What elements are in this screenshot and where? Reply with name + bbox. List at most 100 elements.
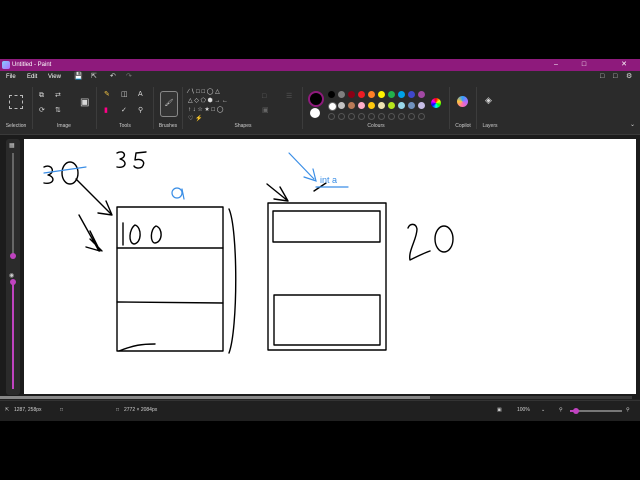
custom-color-slot[interactable] xyxy=(328,113,335,120)
arrow-right-box xyxy=(266,183,289,202)
digit-0c xyxy=(434,225,454,253)
cursor-position: 1287, 258px xyxy=(14,407,42,413)
zoom-level[interactable]: 100% xyxy=(517,406,530,414)
zoom-out-icon[interactable]: ⚲ xyxy=(559,406,563,414)
color-swatch[interactable] xyxy=(328,102,337,111)
outline-icon[interactable]: □ xyxy=(262,93,266,101)
cursor-icon: ⇱ xyxy=(5,407,10,413)
group-label-tools: Tools xyxy=(119,123,131,129)
drawing-canvas[interactable]: int a xyxy=(24,139,636,394)
zoom-slider-thumb[interactable] xyxy=(573,408,579,414)
color-swatch[interactable] xyxy=(388,91,395,98)
color-swatch[interactable] xyxy=(348,102,355,109)
selection-rectangle-icon[interactable] xyxy=(9,95,23,109)
secondary-color[interactable] xyxy=(310,108,320,118)
color-swatch[interactable] xyxy=(388,102,395,109)
right-memory-box xyxy=(267,202,387,351)
crop-icon[interactable]: ⧉ xyxy=(39,92,44,100)
color-swatch[interactable] xyxy=(378,102,385,109)
shapes-row-1[interactable]: ∕ ∖ □ □ ◯ △ xyxy=(188,89,220,96)
fill-bucket-icon[interactable]: ◫ xyxy=(121,91,128,99)
blue-stroke-30 xyxy=(43,166,87,174)
color-swatch[interactable] xyxy=(418,91,425,98)
color-swatch[interactable] xyxy=(358,91,365,98)
image-select-icon[interactable]: ▣ xyxy=(80,98,89,108)
custom-color-slot[interactable] xyxy=(338,113,345,120)
ribbon-divider xyxy=(182,87,183,129)
arrow-30-to-box xyxy=(75,178,112,215)
digit-0 xyxy=(61,161,79,185)
size-slider-track[interactable] xyxy=(12,153,14,257)
brush-icon[interactable]: 🖌 xyxy=(160,91,178,117)
horizontal-scroll-thumb[interactable] xyxy=(0,396,430,399)
color-swatch[interactable] xyxy=(378,91,385,98)
fit-to-window-icon[interactable]: ▣ xyxy=(497,406,502,414)
maximize-button[interactable]: □ xyxy=(572,59,596,71)
custom-color-slot[interactable] xyxy=(378,113,385,120)
color-swatch[interactable] xyxy=(338,102,345,109)
close-button[interactable]: ✕ xyxy=(612,59,636,71)
layers-icon[interactable]: ◈ xyxy=(485,96,492,105)
share-canvas-icon[interactable]: □ xyxy=(600,72,604,82)
size-slider-thumb[interactable] xyxy=(10,253,16,259)
shapes-row-4[interactable]: ♡ ⚡ xyxy=(188,116,203,123)
eraser-icon[interactable]: ▮ xyxy=(104,107,108,115)
primary-color[interactable] xyxy=(308,91,324,107)
pencil-icon[interactable]: ✎ xyxy=(104,91,110,99)
paint-window: Untitled - Paint – □ ✕ File Edit View 💾 … xyxy=(0,59,640,421)
int-a-label: int a xyxy=(320,175,337,185)
magnifier-icon[interactable]: ⚲ xyxy=(138,107,143,115)
custom-color-slot[interactable] xyxy=(388,113,395,120)
opacity-slider-track[interactable] xyxy=(12,283,14,389)
ribbon-collapse-icon[interactable]: ⌄ xyxy=(630,121,635,129)
minimize-button[interactable]: – xyxy=(544,59,568,71)
custom-color-slot[interactable] xyxy=(408,113,415,120)
color-swatch[interactable] xyxy=(418,102,425,109)
digit-0b xyxy=(150,225,162,244)
group-label-image: Image xyxy=(57,123,71,129)
color-swatch[interactable] xyxy=(408,91,415,98)
color-swatch[interactable] xyxy=(328,91,335,98)
custom-color-slot[interactable] xyxy=(348,113,355,120)
edit-colors-icon[interactable] xyxy=(431,98,441,108)
color-picker-icon[interactable]: ✓ xyxy=(121,107,127,115)
color-swatch[interactable] xyxy=(338,91,345,98)
digit-2 xyxy=(407,223,431,261)
copilot-icon[interactable] xyxy=(457,96,468,107)
share-icon[interactable]: ⇱ xyxy=(91,72,97,82)
fill-icon[interactable]: ▣ xyxy=(262,107,269,115)
chat-icon[interactable]: □ xyxy=(613,72,617,82)
save-icon[interactable]: 💾 xyxy=(74,72,83,82)
undo-icon[interactable]: ↶ xyxy=(110,72,116,82)
zoom-in-icon[interactable]: ⚲ xyxy=(626,406,630,414)
color-swatch[interactable] xyxy=(358,102,365,109)
shapes-row-3[interactable]: ↑ ↓ ☆ ★ □ ◯ xyxy=(188,107,223,114)
color-swatch[interactable] xyxy=(368,102,375,109)
text-tool-icon[interactable]: A xyxy=(138,91,143,99)
menu-edit[interactable]: Edit xyxy=(27,71,37,83)
redo-icon[interactable]: ↷ xyxy=(126,72,132,82)
flip-icon[interactable]: ⇅ xyxy=(55,107,61,115)
menu-file[interactable]: File xyxy=(6,71,16,83)
custom-color-slot[interactable] xyxy=(398,113,405,120)
zoom-dropdown-chevron-icon[interactable]: ⌄ xyxy=(541,406,545,414)
color-swatch[interactable] xyxy=(398,91,405,98)
shape-size-icon[interactable]: ☰ xyxy=(286,93,292,101)
title-bar: Untitled - Paint – □ ✕ xyxy=(0,59,640,71)
custom-color-slot[interactable] xyxy=(368,113,375,120)
digit-0a xyxy=(129,224,141,245)
resize-icon[interactable]: ⇄ xyxy=(55,92,61,100)
settings-gear-icon[interactable]: ⚙ xyxy=(626,72,632,82)
color-swatch[interactable] xyxy=(398,102,405,109)
rotate-icon[interactable]: ⟳ xyxy=(39,107,45,115)
label-a-loop xyxy=(171,187,183,199)
color-swatch[interactable] xyxy=(408,102,415,109)
menu-view[interactable]: View xyxy=(48,71,61,83)
custom-color-slot[interactable] xyxy=(418,113,425,120)
color-swatch[interactable] xyxy=(368,91,375,98)
custom-color-slot[interactable] xyxy=(358,113,365,120)
shapes-row-2[interactable]: △ ◇ ⬠ ⬢ → ← xyxy=(188,98,228,105)
color-swatch[interactable] xyxy=(348,91,355,98)
horizontal-scrollbar[interactable] xyxy=(0,396,632,399)
opacity-slider-thumb[interactable] xyxy=(10,279,16,285)
